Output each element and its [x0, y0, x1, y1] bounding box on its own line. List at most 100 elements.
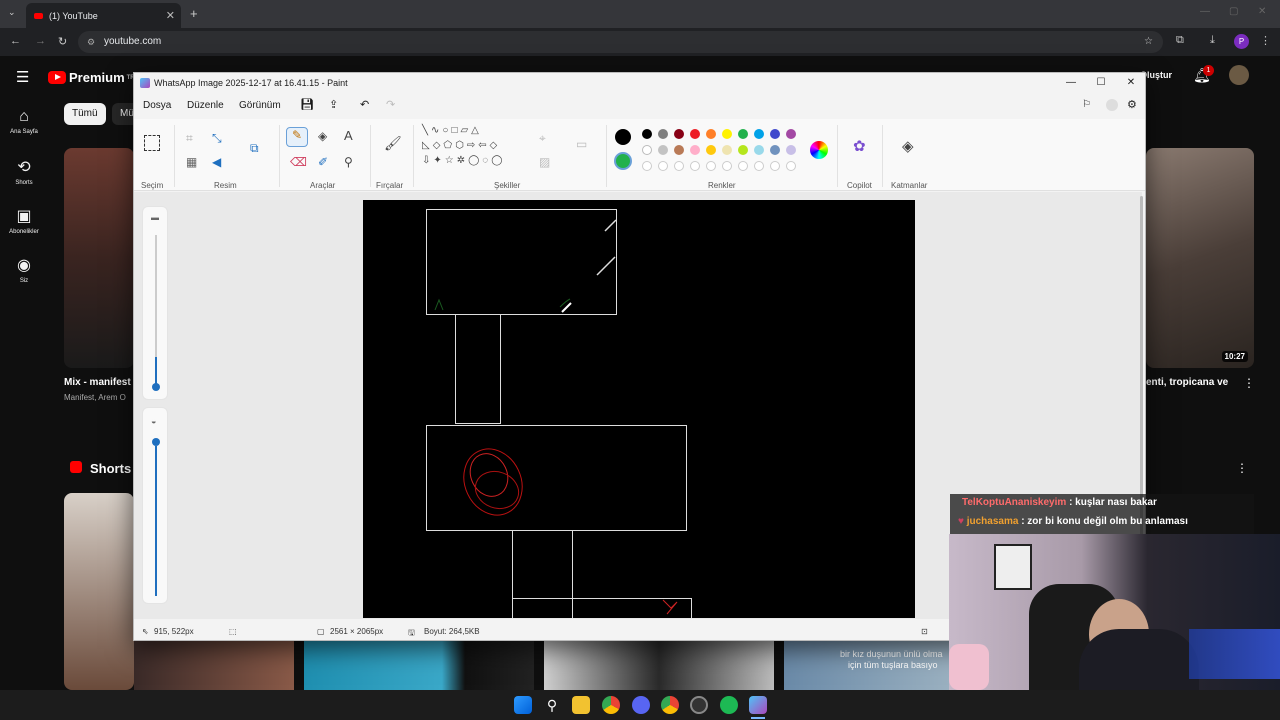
- slider-thumb[interactable]: [152, 438, 160, 446]
- download-icon[interactable]: ⤓: [1210, 34, 1215, 47]
- menu-kebab-icon[interactable]: ⋮: [1260, 34, 1271, 47]
- brush-size-slider[interactable]: ▬: [142, 206, 168, 400]
- custom-color-slot[interactable]: [722, 161, 732, 171]
- tab-youtube[interactable]: (1) YouTube ✕: [26, 3, 181, 28]
- brush-icon[interactable]: 🖌︎: [384, 135, 402, 152]
- short-thumbnail[interactable]: [134, 641, 294, 690]
- extensions-icon[interactable]: ⧉: [1176, 34, 1184, 47]
- palette-swatch[interactable]: [706, 145, 716, 155]
- custom-color-slot[interactable]: [690, 161, 700, 171]
- custom-color-slot[interactable]: [642, 161, 652, 171]
- share-icon[interactable]: ⇪: [329, 98, 338, 111]
- color-picker-icon[interactable]: ✐: [318, 155, 328, 169]
- short-thumbnail[interactable]: [544, 641, 774, 690]
- outline-icon[interactable]: ⌖: [539, 131, 546, 146]
- palette-swatch[interactable]: [642, 145, 652, 155]
- forward-icon[interactable]: →: [35, 35, 46, 47]
- sidebar-item-shorts[interactable]: ⟲ Shorts: [0, 157, 48, 186]
- palette-swatch[interactable]: [674, 129, 684, 139]
- undo-icon[interactable]: ↶: [360, 98, 369, 111]
- discord-icon[interactable]: [632, 696, 650, 714]
- obs-icon[interactable]: [690, 696, 708, 714]
- new-tab-icon[interactable]: +: [190, 6, 198, 21]
- palette-swatch[interactable]: [690, 145, 700, 155]
- video-title[interactable]: Mix - manifest: [64, 377, 131, 388]
- text-tool-icon[interactable]: A: [344, 128, 353, 143]
- paint-minimize-icon[interactable]: —: [1056, 73, 1086, 93]
- custom-color-slot[interactable]: [786, 161, 796, 171]
- minimize-icon[interactable]: —: [1200, 6, 1210, 17]
- sidebar-item-home[interactable]: ⌂ Ana Sayfa: [0, 108, 48, 135]
- palette-swatch[interactable]: [722, 145, 732, 155]
- selection-icon[interactable]: [144, 135, 160, 151]
- spotify-icon[interactable]: [720, 696, 738, 714]
- crop-icon[interactable]: ⌗: [186, 131, 193, 146]
- video-thumbnail[interactable]: [64, 148, 134, 368]
- account-avatar[interactable]: [1229, 65, 1249, 85]
- file-explorer-icon[interactable]: [572, 696, 590, 714]
- maximize-icon[interactable]: ▢: [1229, 6, 1238, 17]
- shorts-more-icon[interactable]: ⋮: [1236, 461, 1248, 475]
- short-thumbnail[interactable]: bir kız duşunun ünlü olma için tüm tuşla…: [784, 641, 949, 690]
- palette-swatch[interactable]: [786, 129, 796, 139]
- sidebar-item-you[interactable]: ◉ Siz: [0, 255, 48, 284]
- custom-color-slot[interactable]: [658, 161, 668, 171]
- tab-list-icon[interactable]: ⌄: [8, 7, 16, 18]
- video-channel[interactable]: Manifest, Arem O: [64, 393, 126, 402]
- menu-view[interactable]: Görünüm: [239, 100, 281, 111]
- custom-color-slot[interactable]: [738, 161, 748, 171]
- chip-all[interactable]: Tümü: [64, 103, 106, 125]
- short-thumbnail[interactable]: [304, 641, 534, 690]
- primary-color-swatch[interactable]: [615, 129, 631, 145]
- url-input[interactable]: ⚙ youtube.com ☆: [78, 31, 1163, 53]
- redo-icon[interactable]: ↷: [386, 98, 395, 111]
- settings-gear-icon[interactable]: ⚙: [1127, 98, 1137, 111]
- magnifier-icon[interactable]: ⚲: [344, 155, 353, 169]
- paint-maximize-icon[interactable]: ☐: [1086, 73, 1116, 93]
- shape-size-icon[interactable]: ▭: [576, 137, 587, 151]
- rotate-icon[interactable]: ◀: [212, 155, 221, 169]
- back-icon[interactable]: ←: [10, 35, 21, 47]
- secondary-color-swatch[interactable]: [614, 152, 632, 170]
- short-thumbnail[interactable]: [64, 493, 134, 690]
- fill-icon[interactable]: ▨: [539, 155, 550, 169]
- feedback-icon[interactable]: ⚐: [1082, 99, 1091, 110]
- edit-colors-icon[interactable]: [810, 141, 828, 159]
- resize-icon[interactable]: ⤡: [212, 131, 222, 146]
- video-more-icon[interactable]: ⋮: [1243, 376, 1255, 390]
- drawing-canvas[interactable]: [363, 200, 915, 618]
- pencil-icon[interactable]: ✎: [286, 127, 308, 147]
- paint-close-icon[interactable]: ✕: [1116, 73, 1146, 93]
- save-icon[interactable]: 💾︎: [300, 98, 314, 111]
- fill-bucket-icon[interactable]: ◈: [318, 129, 327, 143]
- palette-swatch[interactable]: [690, 129, 700, 139]
- palette-swatch[interactable]: [738, 129, 748, 139]
- bookmark-star-icon[interactable]: ☆: [1144, 31, 1153, 53]
- shapes-row-2-icon[interactable]: ◺◇⬠⬡⇨⇦◇: [422, 140, 500, 151]
- hamburger-menu-icon[interactable]: ☰: [16, 68, 29, 86]
- palette-swatch[interactable]: [658, 129, 668, 139]
- reload-icon[interactable]: ↻: [58, 35, 67, 48]
- palette-swatch[interactable]: [674, 145, 684, 155]
- close-tab-icon[interactable]: ✕: [166, 9, 175, 22]
- shapes-row-3-icon[interactable]: ⇩✦☆✲◯◌◯: [422, 155, 505, 166]
- eraser-icon[interactable]: ⌫: [290, 155, 307, 169]
- custom-color-slot[interactable]: [706, 161, 716, 171]
- palette-swatch[interactable]: [770, 129, 780, 139]
- custom-color-slot[interactable]: [674, 161, 684, 171]
- image-select-icon[interactable]: ⧉: [250, 141, 259, 156]
- custom-color-slot[interactable]: [754, 161, 764, 171]
- youtube-logo[interactable]: Premium TR: [48, 70, 135, 85]
- profile-avatar[interactable]: P: [1234, 34, 1249, 49]
- menu-file[interactable]: Dosya: [143, 100, 171, 111]
- start-icon[interactable]: [514, 696, 532, 714]
- account-avatar[interactable]: [1106, 99, 1118, 111]
- palette-swatch[interactable]: [642, 129, 652, 139]
- palette-swatch[interactable]: [754, 145, 764, 155]
- shapes-row-1-icon[interactable]: ╲∿○□▱△: [422, 125, 482, 136]
- slider-thumb[interactable]: [152, 383, 160, 391]
- paint-taskbar-icon[interactable]: [749, 696, 767, 714]
- palette-swatch[interactable]: [738, 145, 748, 155]
- palette-swatch[interactable]: [786, 145, 796, 155]
- palette-swatch[interactable]: [722, 129, 732, 139]
